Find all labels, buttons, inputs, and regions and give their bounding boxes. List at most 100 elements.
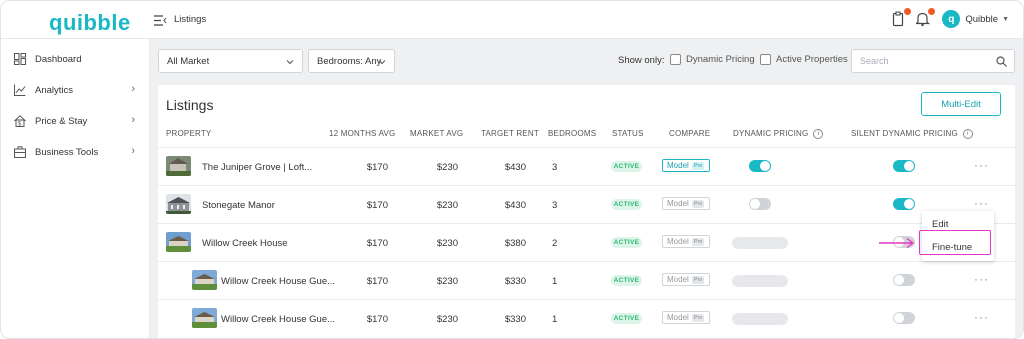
bedrooms-cell: 2	[552, 238, 558, 249]
search-placeholder: Search	[860, 56, 889, 66]
more-options-icon[interactable]: ···	[974, 310, 989, 324]
column-header-dynamic-pricing[interactable]: DYNAMIC PRICING i	[733, 129, 824, 139]
dynamic-pricing-checkbox[interactable]: Dynamic Pricing	[670, 54, 755, 65]
clipboard-icon[interactable]	[892, 8, 912, 27]
months-avg-cell: $170	[366, 314, 388, 325]
status-badge: ACTIVE	[611, 275, 642, 286]
property-thumbnail	[192, 308, 217, 328]
column-header-target-rent[interactable]: TARGET RENT	[481, 129, 539, 138]
compare-model-button[interactable]: Model Pro	[662, 235, 710, 248]
main-content: All Market Bedrooms: Any Show only: Dyna…	[150, 39, 1023, 338]
bedrooms-cell: 3	[552, 200, 558, 211]
market-avg-cell: $230	[436, 238, 458, 249]
collapse-menu-icon[interactable]	[154, 13, 167, 31]
more-options-icon[interactable]: ···	[974, 158, 989, 172]
info-icon[interactable]: i	[962, 129, 973, 139]
checkbox-box[interactable]	[760, 54, 771, 65]
status-badge: ACTIVE	[611, 237, 642, 248]
listings-card: Listings Multi-Edit PROPERTY 12 MONTHS A…	[158, 85, 1015, 338]
column-header-12-months-avg[interactable]: 12 MONTHS AVG	[329, 129, 395, 138]
chevron-down-icon	[377, 57, 387, 70]
table-row[interactable]: Willow Creek House Gue... $170 $230 $330…	[158, 299, 1015, 338]
caret-down-icon[interactable]: ▼	[1002, 16, 1009, 23]
property-thumbnail	[166, 194, 191, 214]
menu-item-edit[interactable]: Edit	[932, 219, 948, 230]
property-name[interactable]: Willow Creek House	[202, 238, 288, 249]
column-header-bedrooms[interactable]: BEDROOMS	[548, 129, 596, 138]
brand-logo[interactable]: quibble	[49, 10, 131, 36]
compare-model-button[interactable]: Model Pro	[662, 273, 710, 286]
dynamic-pricing-toggle[interactable]	[749, 198, 771, 210]
page-title: Listings	[166, 97, 214, 113]
sidebar-item-label: Price & Stay	[35, 115, 88, 127]
info-icon[interactable]: i	[813, 129, 824, 139]
silent-dynamic-pricing-toggle[interactable]	[893, 312, 915, 324]
compare-label: Model	[667, 313, 689, 322]
search-input[interactable]: Search	[851, 49, 1015, 73]
pro-badge: Pro	[691, 161, 705, 170]
months-avg-cell: $170	[366, 238, 388, 249]
sidebar-item-analytics[interactable]: Analytics ›	[1, 79, 149, 101]
sidebar-item-label: Analytics	[35, 84, 74, 96]
market-avg-cell: $230	[436, 200, 458, 211]
app-window: quibble Dashboard Analytics › $ Price & …	[0, 0, 1024, 339]
user-name[interactable]: Quibble	[965, 14, 998, 25]
avatar[interactable]: q	[942, 10, 961, 28]
top-right-actions: q Quibble ▼	[884, 8, 1009, 28]
chevron-down-icon	[285, 57, 295, 70]
market-select[interactable]: All Market	[158, 49, 303, 73]
toggle-knob	[894, 275, 904, 285]
multi-edit-button[interactable]: Multi-Edit	[921, 92, 1001, 116]
bedrooms-cell: 1	[552, 314, 558, 325]
column-header-property[interactable]: PROPERTY	[166, 129, 211, 138]
sidebar-item-label: Dashboard	[35, 53, 82, 65]
column-header-silent-dynamic-pricing[interactable]: SILENT DYNAMIC PRICING i	[851, 129, 973, 139]
notification-badge	[928, 8, 936, 15]
compare-model-button[interactable]: Model Pro	[662, 197, 710, 210]
pro-badge: Pro	[691, 313, 705, 322]
bell-icon[interactable]	[915, 8, 936, 27]
compare-model-button[interactable]: Model Pro	[662, 311, 710, 324]
sidebar-item-price-stay[interactable]: $ Price & Stay ›	[1, 110, 149, 132]
checkbox-label: Active Properties	[776, 54, 848, 65]
show-only-label: Show only:	[618, 55, 665, 66]
dynamic-pricing-toggle[interactable]	[749, 160, 771, 172]
property-name[interactable]: Stonegate Manor	[202, 200, 275, 211]
silent-dynamic-pricing-toggle[interactable]	[893, 274, 915, 286]
more-options-icon[interactable]: ···	[974, 196, 989, 210]
compare-model-button[interactable]: Model Pro	[662, 159, 710, 172]
column-header-label: SILENT DYNAMIC PRICING	[851, 129, 958, 139]
months-avg-cell: $170	[366, 276, 388, 287]
property-name[interactable]: Willow Creek House Gue...	[221, 276, 335, 287]
column-header-compare[interactable]: COMPARE	[669, 129, 710, 138]
search-icon[interactable]	[996, 56, 1007, 69]
chevron-right-icon: ›	[131, 83, 135, 95]
checkbox-box[interactable]	[670, 54, 681, 65]
price-stay-icon: $	[13, 114, 27, 128]
silent-dynamic-pricing-toggle[interactable]	[893, 160, 915, 172]
table-row[interactable]: Willow Creek House Gue... $170 $230 $330…	[158, 261, 1015, 300]
sidebar-item-label: Business Tools	[35, 146, 99, 158]
table-row[interactable]: The Juniper Grove | Loft... $170 $230 $4…	[158, 147, 1015, 186]
toggle-knob	[904, 161, 914, 171]
compare-label: Model	[667, 237, 689, 246]
target-rent-cell: $430	[504, 162, 526, 173]
sidebar: quibble Dashboard Analytics › $ Price & …	[1, 1, 150, 338]
sidebar-item-dashboard[interactable]: Dashboard	[1, 48, 149, 70]
column-header-label: DYNAMIC PRICING	[733, 129, 809, 139]
column-header-market-avg[interactable]: MARKET AVG	[410, 129, 463, 138]
property-thumbnail	[166, 156, 191, 176]
chevron-right-icon: ›	[131, 114, 135, 126]
more-options-icon[interactable]: ···	[974, 272, 989, 286]
property-name[interactable]: The Juniper Grove | Loft...	[202, 162, 312, 173]
active-properties-checkbox[interactable]: Active Properties	[760, 54, 848, 65]
months-avg-cell: $170	[366, 162, 388, 173]
silent-dynamic-pricing-toggle[interactable]	[893, 198, 915, 210]
column-header-status[interactable]: STATUS	[612, 129, 644, 138]
dynamic-pricing-placeholder	[732, 237, 788, 249]
table-row[interactable]: Stonegate Manor $170 $230 $430 3 ACTIVE …	[158, 185, 1015, 224]
target-rent-cell: $430	[504, 200, 526, 211]
bedrooms-select[interactable]: Bedrooms: Any	[308, 49, 395, 73]
sidebar-item-business-tools[interactable]: Business Tools ›	[1, 141, 149, 163]
property-name[interactable]: Willow Creek House Gue...	[221, 314, 335, 325]
